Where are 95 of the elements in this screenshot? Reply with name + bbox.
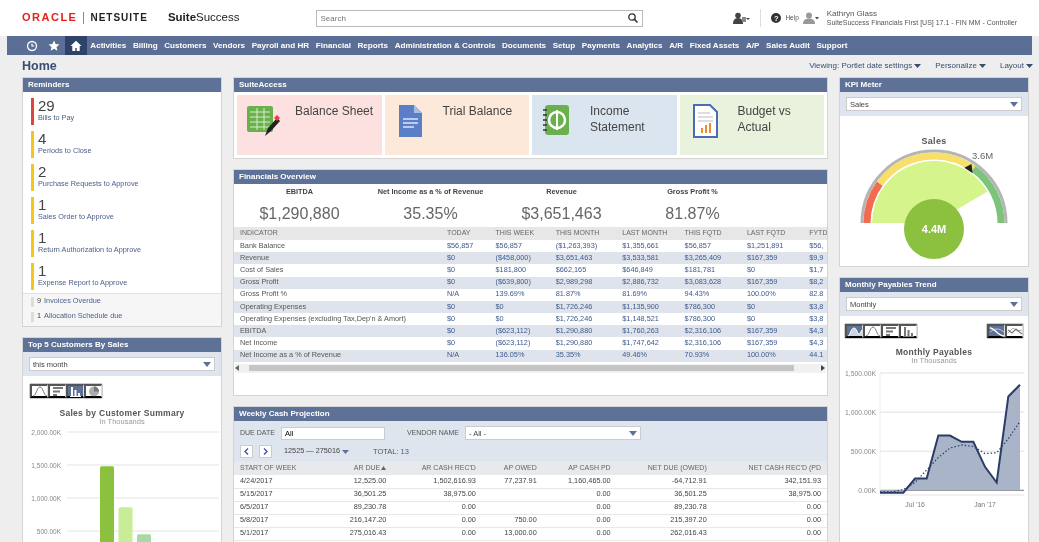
spreadsheet-icon: [245, 103, 281, 139]
horizontal-scrollbar[interactable]: [235, 363, 826, 373]
nav-menu-item[interactable]: Activities: [87, 36, 130, 55]
portlet-header: SuiteAccess: [234, 78, 827, 92]
nav-menu-item[interactable]: Documents: [498, 36, 550, 55]
chart-bar: [118, 507, 133, 542]
page-option-link[interactable]: Layout: [999, 61, 1024, 71]
caret-icon: [629, 430, 637, 436]
column-chart-icon: [900, 325, 917, 337]
nav-menu-item[interactable]: Customers: [160, 36, 210, 55]
nav-menu-item[interactable]: Financial: [312, 36, 355, 55]
nav-menu-item[interactable]: Vendors: [209, 36, 249, 55]
chart-type-toggle[interactable]: [845, 324, 863, 338]
chart-type-toggle[interactable]: [881, 324, 899, 338]
target-marker: [964, 163, 973, 173]
nav-menu-item[interactable]: Administration & Controls: [391, 36, 499, 55]
scroll-right-icon[interactable]: [821, 365, 826, 372]
nav-menu-item[interactable]: Sales Audit: [762, 36, 814, 55]
edition-logo: SuiteSuccess: [167, 11, 240, 25]
reminder-count: 1: [38, 230, 48, 246]
kpi-value: 81.87%: [664, 203, 721, 223]
gauge-target-label: 3.6M: [972, 149, 994, 161]
nav-menu-item[interactable]: Fixed Assets: [686, 36, 743, 55]
gauge-title: Sales: [920, 136, 948, 147]
reminder-count: 29: [38, 98, 56, 114]
report-tile[interactable]: Income Statement: [532, 95, 677, 155]
gauge-hub: [904, 198, 964, 259]
portlet-header: Top 5 Customers By Sales: [23, 338, 221, 352]
avatar-icon[interactable]: [802, 12, 819, 24]
chevron-left-icon: [244, 448, 249, 455]
chart-type-toggle[interactable]: [48, 384, 66, 398]
chart-bar: [137, 534, 151, 542]
caret-icon: [1026, 64, 1033, 68]
raw-chart-icon: [1006, 325, 1023, 337]
nav-menu-item[interactable]: A/P: [742, 36, 763, 55]
chevron-right-icon: [263, 448, 268, 455]
chart-type-toggle[interactable]: [84, 384, 102, 398]
area-chart-icon: [846, 325, 863, 337]
caret-icon: [203, 361, 211, 367]
page-option-link[interactable]: Viewing: Portlet date settings: [809, 61, 913, 71]
portlet-header: Reminders: [23, 78, 221, 92]
gauge-value: 4.4M: [921, 222, 947, 235]
nav-menu-item[interactable]: Billing: [129, 36, 161, 55]
search-field[interactable]: Search: [315, 9, 643, 27]
nav-menu-item[interactable]: A/R: [665, 36, 687, 55]
brand-logo: ORACLE: [22, 11, 78, 25]
report-tile[interactable]: Balance Sheet: [237, 95, 382, 155]
chart-title: Monthly Payables: [894, 347, 974, 357]
portlet-header: KPI Meter: [840, 78, 1028, 92]
chart-type-toggle[interactable]: [30, 384, 48, 398]
user-name: Kathryn Glass: [826, 9, 879, 19]
nav-menu-item[interactable]: Payroll and HR: [248, 36, 313, 55]
report-tile[interactable]: Budget vs Actual: [679, 95, 824, 155]
portlet-header: Monthly Payables Trend: [840, 278, 1028, 292]
column-chart-icon: [67, 385, 84, 397]
page-title: Home: [22, 58, 57, 74]
line-chart-icon: [31, 385, 48, 397]
nav-menu-item[interactable]: Reports: [354, 36, 392, 55]
previous-page-button[interactable]: [240, 445, 253, 458]
kpi-value: $3,651,463: [520, 203, 603, 223]
report-tile[interactable]: Trial Balance: [384, 95, 529, 155]
scroll-left-icon[interactable]: [235, 365, 240, 372]
favorites-icon[interactable]: [48, 39, 60, 52]
chart-type-toggle[interactable]: [987, 324, 1005, 338]
smooth-chart-icon: [988, 325, 1005, 337]
chart-type-toggle[interactable]: [1005, 324, 1023, 338]
nav-menu-item[interactable]: Support: [813, 36, 851, 55]
kpi-value: 35.35%: [402, 203, 459, 223]
nav-tab[interactable]: [65, 36, 87, 55]
reminder-count: 1: [38, 197, 48, 213]
chart-title: Sales by Customer Summary: [58, 407, 186, 418]
caret-icon: [1010, 301, 1018, 307]
next-page-button[interactable]: [259, 445, 272, 458]
caret-icon: [978, 64, 986, 68]
reminder-count: 1: [38, 263, 48, 279]
chart-type-toggle[interactable]: [899, 324, 917, 338]
caret-icon: [1010, 101, 1018, 107]
caret-icon: [342, 449, 349, 454]
page-option-link[interactable]: Personalize: [935, 61, 977, 71]
search-icon[interactable]: [627, 13, 638, 23]
reminder-count: 2: [38, 164, 48, 180]
user-switch-icon[interactable]: [732, 12, 751, 24]
reminder-count: 4: [38, 131, 48, 147]
portlet-header: Weekly Cash Projection: [234, 407, 827, 421]
caret-icon: [914, 64, 922, 68]
nav-menu-item[interactable]: Setup: [549, 36, 579, 55]
product-logo: NETSUITE: [83, 12, 148, 24]
nav-menu-item[interactable]: Analytics: [623, 36, 666, 55]
home-icon[interactable]: [70, 39, 82, 52]
nav-menu-item[interactable]: Payments: [578, 36, 624, 55]
portlet-header: Financials Overview: [234, 170, 827, 184]
line-chart-icon: [864, 325, 881, 337]
chart-type-toggle[interactable]: [66, 384, 84, 398]
recent-icon[interactable]: [26, 39, 38, 52]
kpi-value: $1,290,880: [258, 203, 341, 223]
